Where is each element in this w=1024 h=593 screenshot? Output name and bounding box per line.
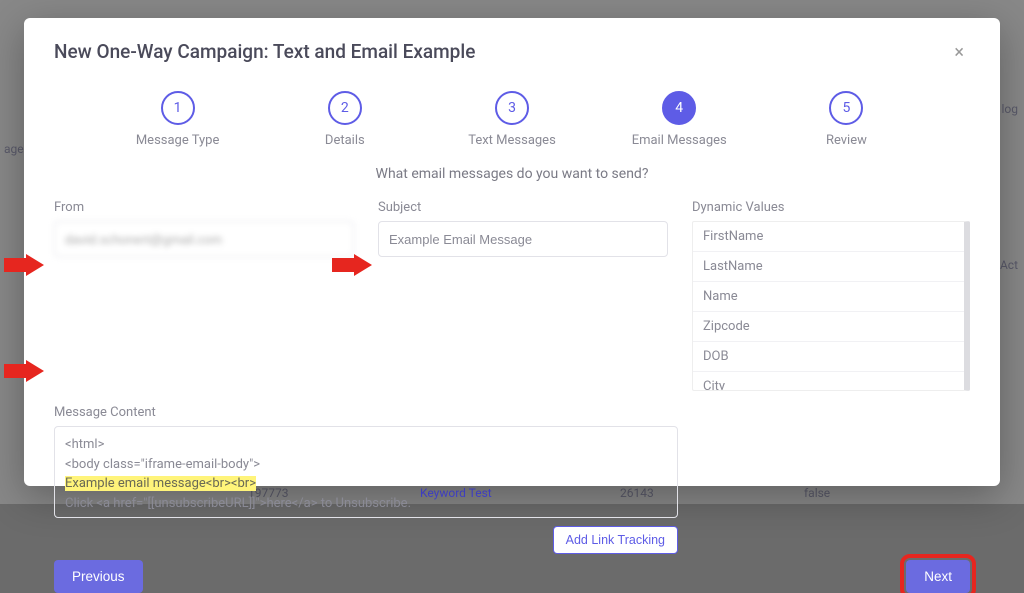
stepper: 1 Message Type 2 Details 3 Text Messages… (94, 91, 930, 148)
dynamic-value-item[interactable]: Name (693, 282, 964, 312)
campaign-modal: New One-Way Campaign: Text and Email Exa… (24, 18, 1000, 486)
message-content-section: Message Content <html> <body class="ifra… (54, 405, 678, 518)
step-text-messages[interactable]: 3 Text Messages (428, 91, 595, 148)
previous-button[interactable]: Previous (54, 560, 143, 593)
step-details[interactable]: 2 Details (261, 91, 428, 148)
section-prompt: What email messages do you want to send? (54, 166, 970, 182)
dynamic-value-item[interactable]: LastName (693, 252, 964, 282)
step-circle: 4 (662, 91, 696, 125)
step-circle: 2 (328, 91, 362, 125)
step-circle: 5 (829, 91, 863, 125)
step-label: Email Messages (632, 133, 727, 148)
bg-text: Act (1000, 258, 1018, 272)
modal-header: New One-Way Campaign: Text and Email Exa… (54, 40, 970, 65)
dynamic-value-item[interactable]: Zipcode (693, 312, 964, 342)
dynamic-value-item[interactable]: DOB (693, 342, 964, 372)
modal-footer: Previous Next (54, 554, 970, 593)
code-line: <body class="iframe-email-body"> (65, 457, 260, 472)
next-button[interactable]: Next (906, 560, 970, 593)
step-message-type[interactable]: 1 Message Type (94, 91, 261, 148)
add-link-tracking-button[interactable]: Add Link Tracking (553, 526, 678, 554)
from-label: From (54, 200, 354, 215)
bg-text: false (804, 486, 830, 500)
message-content-label: Message Content (54, 405, 678, 420)
step-label: Details (325, 133, 365, 148)
form-row-top: From Subject Dynamic Values FirstName La… (54, 200, 970, 391)
from-input[interactable] (54, 221, 354, 257)
step-review[interactable]: 5 Review (763, 91, 930, 148)
step-circle: 1 (161, 91, 195, 125)
code-line: <html> (65, 437, 104, 452)
step-label: Message Type (136, 133, 220, 148)
close-icon[interactable]: × (948, 40, 970, 65)
link-tracking-row: Add Link Tracking (54, 526, 678, 554)
step-label: Review (826, 133, 867, 148)
step-circle: 3 (495, 91, 529, 125)
step-label: Text Messages (468, 133, 556, 148)
code-line-highlight: Example email message<br><br> (65, 476, 256, 491)
dynamic-values-label: Dynamic Values (692, 200, 970, 215)
message-content-input[interactable]: <html> <body class="iframe-email-body"> … (54, 426, 678, 518)
dynamic-values-list: FirstName LastName Name Zipcode DOB City (692, 221, 970, 391)
subject-input[interactable] (378, 221, 668, 257)
modal-title: New One-Way Campaign: Text and Email Exa… (54, 40, 475, 63)
code-line: Click <a href="[[unsubscribeURL]]">here<… (65, 496, 411, 511)
bg-text: log (1002, 102, 1019, 116)
step-email-messages[interactable]: 4 Email Messages (596, 91, 763, 148)
dynamic-value-item[interactable]: City (693, 372, 964, 391)
subject-label: Subject (378, 200, 668, 215)
dynamic-value-item[interactable]: FirstName (693, 222, 964, 252)
